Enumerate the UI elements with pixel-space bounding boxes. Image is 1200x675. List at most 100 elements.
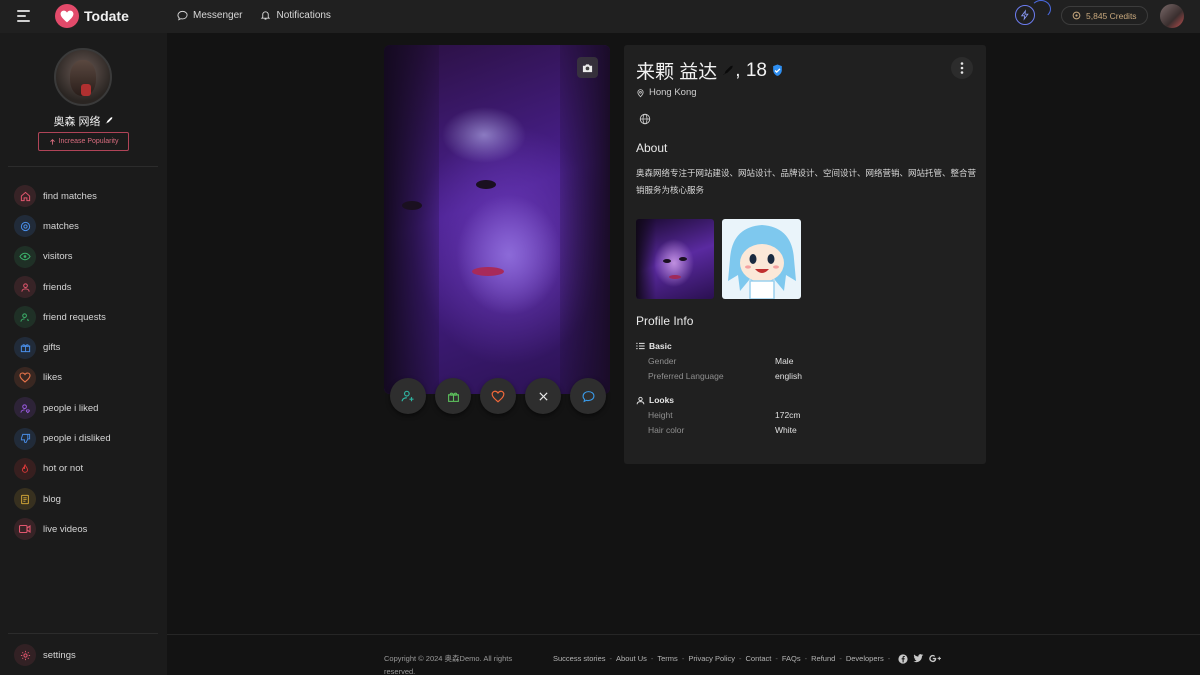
sidebar-item-friend-requests[interactable]: friend requests bbox=[14, 302, 111, 332]
sidebar-divider bbox=[8, 633, 158, 634]
heart-icon bbox=[14, 366, 36, 389]
camera-button[interactable] bbox=[577, 57, 598, 78]
chat-icon bbox=[177, 10, 188, 20]
sidebar-item-find-matches[interactable]: find matches bbox=[14, 181, 111, 211]
like-button[interactable] bbox=[480, 378, 516, 414]
looks-section: Looks Height 172cm Hair color White bbox=[636, 395, 801, 437]
profile-name-heading: 来颗 益达 , 18 bbox=[636, 57, 784, 84]
sidebar-item-people-i-liked[interactable]: people i liked bbox=[14, 393, 111, 423]
location-pin-icon bbox=[637, 88, 644, 97]
sidebar-item-blog[interactable]: blog bbox=[14, 484, 111, 514]
profile-age: , 18 bbox=[735, 59, 767, 81]
arrow-up-icon bbox=[49, 138, 55, 145]
photo-thumbnail[interactable] bbox=[722, 219, 801, 299]
notifications-link[interactable]: Notifications bbox=[260, 9, 331, 21]
add-friend-button[interactable] bbox=[390, 378, 426, 414]
sidebar-item-settings[interactable]: settings bbox=[14, 644, 76, 666]
twitter-icon[interactable] bbox=[913, 654, 924, 663]
sidebar-item-label: friends bbox=[43, 281, 72, 293]
photo-thumbnail[interactable] bbox=[636, 219, 714, 299]
social-links bbox=[898, 653, 942, 664]
sidebar-item-label: people i liked bbox=[43, 402, 99, 414]
footer-link-terms[interactable]: Terms bbox=[657, 654, 677, 663]
sidebar-item-label: people i disliked bbox=[43, 433, 111, 445]
photo-lips bbox=[472, 267, 504, 276]
sidebar-item-visitors[interactable]: visitors bbox=[14, 242, 111, 272]
facebook-icon[interactable] bbox=[898, 653, 908, 664]
sidebar-user-name[interactable]: 奥森 网络 bbox=[0, 113, 167, 129]
profile-info-panel: 来颗 益达 , 18 Hong Kong About 奥森网络专注于网站建设、网… bbox=[624, 45, 986, 464]
info-key: Preferred Language bbox=[648, 370, 724, 381]
popularity-label: Increase Popularity bbox=[58, 138, 119, 145]
top-bar: Todate Messenger Notifications 5,845 Cre… bbox=[0, 0, 1200, 33]
location-text: Hong Kong bbox=[649, 87, 697, 98]
photo-eye bbox=[476, 180, 496, 189]
footer-link-developers[interactable]: Developers bbox=[846, 654, 884, 663]
sidebar: 奥森 网络 Increase Popularity find matches m… bbox=[0, 33, 167, 675]
sidebar-item-label: hot or not bbox=[43, 463, 84, 475]
about-text: 奥森网络专注于网站建设、网站设计、品牌设计、空间设计、网络营销、网站托管、整合营… bbox=[636, 168, 977, 195]
chat-icon bbox=[582, 390, 594, 402]
sidebar-item-label: find matches bbox=[43, 190, 97, 202]
sidebar-item-friends[interactable]: friends bbox=[14, 272, 111, 302]
menu-icon[interactable] bbox=[17, 10, 31, 22]
sidebar-item-live-videos[interactable]: live videos bbox=[14, 514, 111, 544]
thumbs-down-icon bbox=[14, 427, 36, 450]
info-key: Gender bbox=[648, 356, 677, 367]
bell-icon bbox=[261, 11, 271, 20]
google-plus-icon[interactable] bbox=[929, 654, 942, 663]
footer-link-about-us[interactable]: About Us bbox=[616, 654, 647, 663]
gift-icon bbox=[447, 392, 459, 402]
messenger-label: Messenger bbox=[193, 9, 243, 21]
user-icon bbox=[636, 396, 645, 404]
send-gift-button[interactable] bbox=[435, 378, 471, 414]
app-name: Todate bbox=[84, 8, 129, 24]
camera-icon bbox=[582, 63, 593, 72]
info-value: Male bbox=[775, 356, 794, 367]
app-logo[interactable]: Todate bbox=[55, 4, 129, 28]
sidebar-item-gifts[interactable]: gifts bbox=[14, 332, 111, 362]
sidebar-item-hot-or-not[interactable]: hot or not bbox=[14, 454, 111, 484]
sidebar-avatar[interactable] bbox=[54, 48, 112, 106]
messenger-link[interactable]: Messenger bbox=[177, 9, 242, 21]
credits-button[interactable]: 5,845 Credits bbox=[1061, 6, 1148, 25]
flame-icon bbox=[14, 457, 36, 480]
info-row: Hair color White bbox=[636, 423, 801, 438]
user-heart-icon bbox=[14, 397, 36, 420]
sidebar-item-label: visitors bbox=[43, 251, 73, 263]
more-options-button[interactable] bbox=[951, 57, 973, 79]
footer-link-success-stories[interactable]: Success stories bbox=[553, 654, 606, 663]
footer-link-contact[interactable]: Contact bbox=[746, 654, 772, 663]
basic-title: Basic bbox=[649, 341, 672, 351]
coin-icon bbox=[1072, 11, 1081, 20]
message-button[interactable] bbox=[570, 378, 606, 414]
about-heading: About bbox=[636, 141, 668, 155]
sidebar-item-people-i-disliked[interactable]: people i disliked bbox=[14, 423, 111, 453]
eye-icon bbox=[14, 245, 36, 268]
profile-photo[interactable] bbox=[384, 45, 610, 394]
increase-popularity-button[interactable]: Increase Popularity bbox=[38, 132, 129, 151]
info-value: 172cm bbox=[775, 410, 801, 421]
info-key: Height bbox=[648, 410, 673, 421]
gear-icon bbox=[14, 644, 36, 666]
home-icon bbox=[14, 185, 36, 208]
footer-link-refund[interactable]: Refund bbox=[811, 654, 835, 663]
user-name-text: 奥森 网络 bbox=[53, 116, 101, 128]
sidebar-item-matches[interactable]: matches bbox=[14, 211, 111, 241]
notifications-label: Notifications bbox=[276, 9, 331, 21]
footer-link-faqs[interactable]: FAQs bbox=[782, 654, 801, 663]
sidebar-item-label: friend requests bbox=[43, 311, 106, 323]
footer-link-privacy-policy[interactable]: Privacy Policy bbox=[688, 654, 735, 663]
looks-section-heading: Looks bbox=[636, 395, 801, 405]
sidebar-divider bbox=[8, 166, 158, 167]
video-icon bbox=[14, 518, 36, 541]
heart-logo-icon bbox=[55, 4, 79, 28]
footer-links: Success stories - About Us - Terms - Privac… bbox=[553, 652, 942, 665]
user-avatar[interactable] bbox=[1160, 4, 1184, 28]
copyright-text: Copyright © 2024 奥森Demo. All rights rese… bbox=[384, 654, 513, 675]
sidebar-item-label: live videos bbox=[43, 523, 88, 535]
sidebar-item-label: blog bbox=[43, 493, 61, 505]
sidebar-item-likes[interactable]: likes bbox=[14, 363, 111, 393]
boost-button[interactable] bbox=[1015, 5, 1035, 25]
dislike-button[interactable] bbox=[525, 378, 561, 414]
